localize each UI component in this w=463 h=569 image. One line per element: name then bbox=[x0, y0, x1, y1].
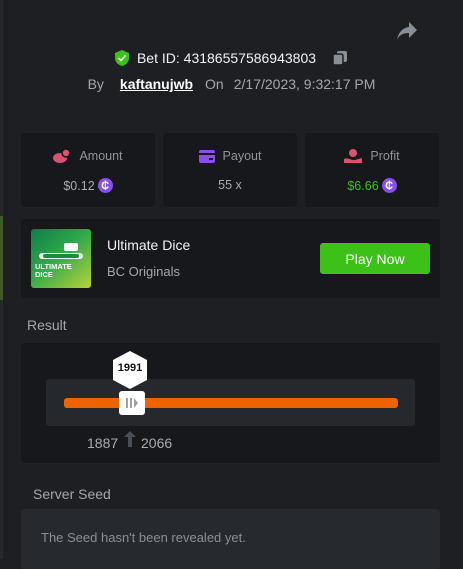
stat-payout: Payout 55 x bbox=[163, 133, 297, 207]
left-accent-bar bbox=[0, 216, 3, 300]
range-min: 1887 bbox=[87, 435, 119, 451]
server-seed-field: The Seed hasn't been revealed yet. bbox=[21, 509, 440, 569]
username-link[interactable]: kaftanujwb bbox=[120, 76, 193, 92]
currency-coin-icon: ₵ bbox=[381, 178, 397, 193]
result-value: 1991 bbox=[117, 362, 143, 374]
position-marker-icon bbox=[124, 431, 136, 447]
result-panel: 1991 1887 2066 bbox=[21, 343, 440, 463]
verified-shield-icon bbox=[114, 50, 129, 66]
server-seed-message: The Seed hasn't been revealed yet. bbox=[41, 530, 246, 545]
range-max: 2066 bbox=[141, 435, 173, 451]
profit-icon bbox=[344, 149, 363, 163]
thumbnail-text: ULTIMATE DICE bbox=[35, 262, 72, 279]
grip-icon bbox=[126, 398, 138, 408]
bet-meta-row: By kaftanujwb On 2/17/2023, 9:32:17 PM bbox=[0, 76, 463, 92]
stat-amount-label: Amount bbox=[79, 149, 123, 163]
bet-id-row: Bet ID: 43186557586943803 bbox=[0, 50, 463, 66]
stat-payout-value: 55 x bbox=[218, 178, 242, 192]
amount-icon bbox=[53, 149, 72, 163]
thumbnail-slider-fill bbox=[43, 254, 79, 258]
game-thumbnail[interactable]: ULTIMATE DICE bbox=[31, 229, 91, 288]
copy-icon[interactable] bbox=[332, 50, 348, 66]
server-seed-label: Server Seed bbox=[33, 486, 111, 502]
thumbnail-badge bbox=[64, 243, 78, 251]
bet-id: Bet ID: 43186557586943803 bbox=[136, 50, 317, 66]
wallet-icon bbox=[198, 149, 215, 163]
slider-handle[interactable] bbox=[119, 391, 145, 415]
game-provider: BC Originals bbox=[107, 264, 180, 279]
currency-coin-icon: ₵ bbox=[97, 178, 113, 193]
stat-profit-label: Profit bbox=[370, 149, 400, 163]
result-label: Result bbox=[27, 317, 67, 333]
bet-datetime: 2/17/2023, 9:32:17 PM bbox=[233, 76, 376, 92]
game-title: Ultimate Dice bbox=[107, 237, 191, 253]
on-label: On bbox=[205, 76, 224, 92]
stat-amount: Amount $0.12 ₵ bbox=[21, 133, 155, 207]
stat-amount-value: $0.12 bbox=[63, 178, 95, 193]
by-label: By bbox=[87, 76, 104, 92]
game-card: ULTIMATE DICE Ultimate Dice BC Originals… bbox=[21, 219, 440, 298]
bet-header: Bet ID: 43186557586943803 By kaftanujwb … bbox=[0, 50, 463, 92]
stat-profit: Profit $6.66 ₵ bbox=[305, 133, 439, 207]
result-range-bar bbox=[64, 398, 398, 408]
stat-payout-label: Payout bbox=[222, 149, 262, 163]
play-now-button[interactable]: Play Now bbox=[320, 243, 430, 274]
share-icon[interactable] bbox=[396, 21, 418, 41]
stat-profit-value: $6.66 bbox=[347, 178, 379, 193]
